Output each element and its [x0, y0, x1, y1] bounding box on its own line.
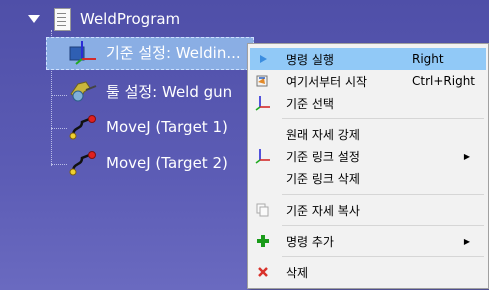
- menu-item-label: 명령 추가: [286, 234, 334, 249]
- menu-item-set-reference-link[interactable]: 기준 링크 설정 ▶: [250, 145, 486, 167]
- start-here-icon: [254, 72, 272, 90]
- tool-icon: [68, 78, 98, 104]
- menu-item-label: 삭제: [286, 265, 309, 280]
- menu-item-add-command[interactable]: 명령 추가 ▶: [250, 230, 486, 252]
- context-menu: 명령 실행 Right 여기서부터 시작 Ctrl+Right 기준 선택 원래…: [247, 43, 489, 289]
- menu-separator: [282, 256, 484, 257]
- tree-root-weldprogram[interactable]: WeldProgram: [28, 8, 181, 31]
- menu-item-label: 여기서부터 시작: [286, 74, 368, 89]
- program-document-icon: [52, 8, 71, 31]
- frame-icon: [68, 39, 98, 65]
- play-icon: [254, 50, 272, 68]
- menu-item-force-original-pose[interactable]: 원래 자세 강제: [250, 123, 486, 145]
- collapse-arrow-icon[interactable]: [28, 15, 40, 23]
- axes-icon: [254, 94, 272, 112]
- tree-item-movej-2[interactable]: MoveJ (Target 2): [68, 150, 228, 176]
- tree-item-movej-1[interactable]: MoveJ (Target 1): [68, 114, 228, 140]
- menu-item-label: 명령 실행: [286, 52, 334, 67]
- menu-item-label: 기준 자세 복사: [286, 203, 360, 218]
- menu-item-label: 기준 링크 삭제: [286, 171, 360, 186]
- submenu-arrow-icon: ▶: [463, 236, 470, 246]
- tree-item-label: MoveJ (Target 1): [106, 118, 228, 136]
- tree-item-reference-frame[interactable]: 기준 설정: Weldin...: [68, 39, 241, 65]
- plus-icon: [254, 232, 272, 250]
- tree-item-label: 기준 설정: Weldin...: [106, 43, 241, 62]
- menu-item-delete-reference-link[interactable]: 기준 링크 삭제: [250, 167, 486, 189]
- menu-item-label: 기준 선택: [286, 96, 334, 111]
- menu-item-shortcut: Ctrl+Right: [412, 74, 476, 88]
- tree-item-label: MoveJ (Target 2): [106, 154, 228, 172]
- tree-guide-line: [51, 128, 67, 129]
- movej-icon: [68, 114, 98, 140]
- movej-icon: [68, 150, 98, 176]
- menu-item-label: 원래 자세 강제: [286, 127, 360, 142]
- tree-item-tool[interactable]: 툴 설정: Weld gun: [68, 80, 232, 102]
- menu-item-delete[interactable]: 삭제: [250, 261, 486, 283]
- menu-item-label: 기준 링크 설정: [286, 149, 360, 164]
- tree-root-label: WeldProgram: [80, 10, 181, 28]
- menu-item-copy-reference-pose[interactable]: 기준 자세 복사: [250, 199, 486, 221]
- menu-item-run-command[interactable]: 명령 실행 Right: [250, 48, 486, 70]
- tree-item-label: 툴 설정: Weld gun: [106, 82, 233, 101]
- menu-item-shortcut: Right: [412, 52, 444, 66]
- menu-item-start-from-here[interactable]: 여기서부터 시작 Ctrl+Right: [250, 70, 486, 92]
- menu-separator: [282, 118, 484, 119]
- axes-icon: [254, 147, 272, 165]
- submenu-arrow-icon: ▶: [463, 151, 470, 161]
- menu-item-select-reference[interactable]: 기준 선택: [250, 92, 486, 114]
- tree-guide-line: [51, 164, 67, 165]
- tree-guide-line: [51, 95, 67, 96]
- delete-icon: [254, 263, 272, 281]
- menu-separator: [282, 194, 484, 195]
- menu-separator: [282, 225, 484, 226]
- copy-icon: [254, 201, 272, 219]
